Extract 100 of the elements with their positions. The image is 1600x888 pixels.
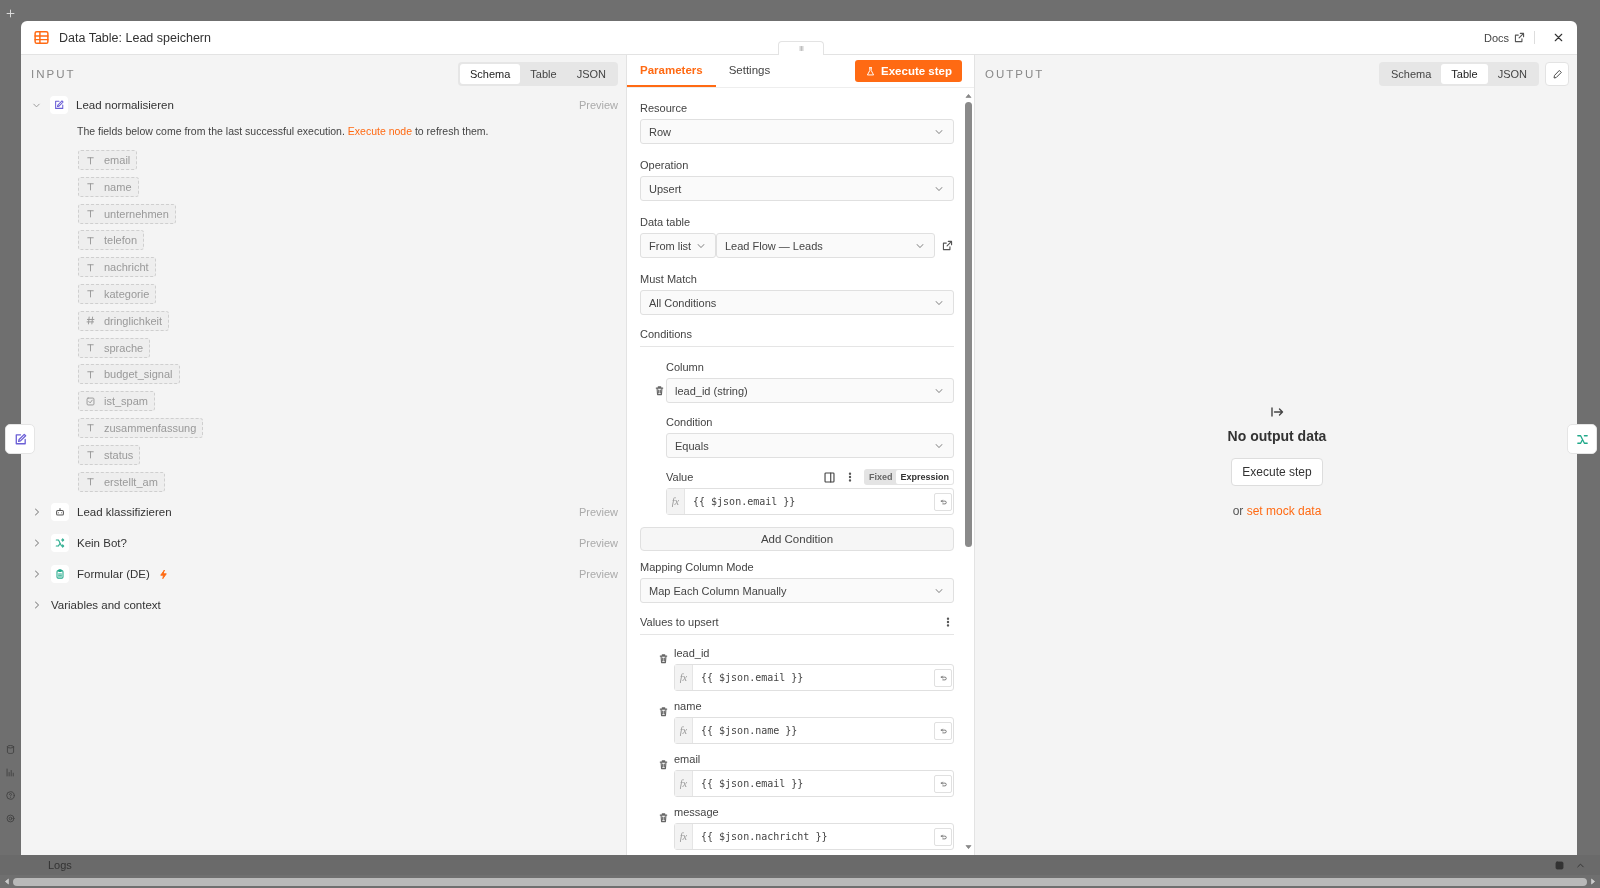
scroll-left-icon (2, 877, 11, 886)
dropdown[interactable]: Lead Flow — Leads (716, 233, 935, 258)
expression-field[interactable]: fx {{ $json.email }} (674, 770, 954, 797)
panel-title: OUTPUT (985, 68, 1045, 80)
view-tab[interactable]: Schema (460, 64, 521, 84)
help-icon (5, 790, 16, 801)
node-name[interactable]: Formular (DE) (77, 568, 150, 581)
edit-tab-button[interactable] (5, 424, 35, 454)
gear-icon (5, 813, 16, 824)
arrow-to-right-icon (1269, 404, 1285, 420)
text-type-icon (85, 368, 96, 380)
dropdown[interactable]: Row (640, 119, 954, 144)
expression-text: {{ $json.nachricht }} (700, 830, 829, 844)
scroll-down-icon (963, 843, 973, 852)
bar-chart-icon (5, 767, 16, 778)
field-label: name (674, 699, 703, 714)
node-name[interactable]: Lead klassifizieren (77, 506, 172, 519)
field-label: Must Match (640, 272, 698, 287)
scroll-up-icon (963, 91, 973, 100)
expression-text: {{ $json.email }} (700, 671, 805, 685)
refresh-button[interactable] (934, 775, 952, 793)
text-type-icon (85, 342, 96, 354)
mode-option[interactable]: Expression (896, 470, 953, 484)
field-label: Operation (640, 158, 690, 173)
scroll-right-icon (1589, 877, 1598, 886)
text-type-icon (85, 261, 96, 273)
panel-icon (822, 470, 836, 484)
table-icon (33, 29, 50, 46)
refresh-button[interactable] (934, 669, 952, 687)
text-type-icon (85, 449, 96, 461)
text-type-icon (85, 181, 96, 193)
panel-title: INPUT (31, 68, 76, 80)
fx-label: fx (675, 718, 693, 743)
field-label: Condition (666, 415, 714, 430)
plus-icon (5, 8, 16, 19)
mode-dropdown[interactable]: From list (640, 233, 716, 258)
branch-tab-button[interactable] (1567, 424, 1597, 454)
popout-icon (1554, 859, 1565, 871)
tab[interactable]: Settings (715, 55, 784, 87)
field-label: lead_id (674, 646, 711, 661)
dialog-title: Data Table: Lead speichern (59, 30, 212, 45)
checkbox-icon (85, 395, 96, 407)
notice-text: The fields below come from the last successful execution. Execute node to refresh them. (77, 125, 490, 137)
node-name[interactable]: Lead normalisieren (76, 99, 174, 111)
trash-icon (653, 384, 666, 397)
field-label: Value (666, 470, 695, 485)
empty-title: No output data (1227, 428, 1327, 444)
mock-data-hint: or set mock data (1232, 504, 1322, 518)
docs-link[interactable]: Docs (1483, 31, 1535, 44)
dropdown[interactable]: All Conditions (640, 290, 954, 315)
context-item[interactable]: Variables and context (51, 599, 161, 612)
expression-field[interactable]: fx {{ $json.name }} (674, 717, 954, 744)
view-tab[interactable]: JSON (566, 64, 616, 84)
expression-field[interactable]: fx {{ $json.email }} (674, 664, 954, 691)
field-label: Column (665, 360, 705, 375)
expression-text: {{ $json.name }} (700, 724, 799, 738)
database-icon (5, 744, 16, 755)
hash-icon (85, 315, 96, 327)
section-title: Conditions (640, 328, 692, 340)
refresh-button[interactable] (934, 828, 952, 846)
expression-text: {{ $json.email }} (700, 777, 805, 791)
field-label: Resource (640, 101, 689, 116)
view-tab[interactable]: Table (520, 64, 567, 84)
text-type-icon (85, 208, 96, 220)
view-tab[interactable]: Schema (1381, 64, 1442, 84)
trash-icon (657, 705, 670, 718)
flask-icon (865, 65, 877, 77)
refresh-button[interactable] (934, 722, 952, 740)
field-label: Mapping Column Mode (640, 560, 755, 575)
refresh-button[interactable] (934, 493, 952, 511)
external-link-icon (941, 239, 954, 252)
text-type-icon (85, 154, 96, 166)
edit-button[interactable] (1545, 62, 1569, 86)
dropdown[interactable]: Map Each Column Manually (640, 578, 954, 603)
text-type-icon (85, 234, 96, 246)
drag-handle[interactable] (778, 41, 824, 55)
text-type-icon (85, 476, 96, 488)
text-type-icon (85, 288, 96, 300)
trash-icon (657, 758, 670, 771)
pencil-icon (1551, 68, 1563, 80)
close-icon (1552, 31, 1565, 44)
dropdown[interactable]: Upsert (640, 176, 954, 201)
mode-option[interactable]: Fixed (864, 470, 897, 484)
view-tab[interactable]: JSON (1487, 64, 1537, 84)
fx-label: fx (675, 824, 693, 849)
expression-field[interactable]: fx {{ $json.email }} (666, 488, 954, 515)
field-label: message (674, 805, 720, 820)
dropdown[interactable]: lead_id (string) (666, 378, 954, 403)
node-name[interactable]: Kein Bot? (77, 537, 127, 550)
expression-field[interactable]: fx {{ $json.nachricht }} (674, 823, 954, 850)
add-condition-button[interactable]: Add Condition (640, 527, 954, 551)
field-label: Data table (640, 215, 692, 230)
field-label: email (674, 752, 702, 767)
text-type-icon (85, 422, 96, 434)
section-title: Values to upsert (640, 616, 719, 628)
dropdown[interactable]: Equals (666, 433, 954, 458)
fx-label: fx (675, 665, 693, 690)
view-tab[interactable]: Table (1441, 64, 1488, 84)
execute-step-button[interactable]: Execute step (1231, 458, 1323, 486)
fx-label: fx (667, 489, 685, 514)
